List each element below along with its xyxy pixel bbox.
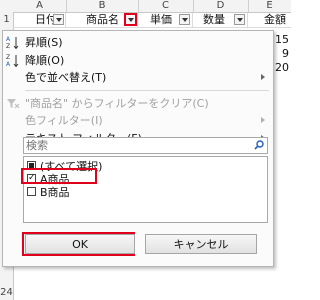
search-icon — [254, 140, 264, 150]
sort-descending-icon: ZA — [6, 53, 20, 68]
row-number[interactable]: 24 — [0, 287, 13, 298]
list-item-label: B商品 — [40, 186, 70, 199]
svg-text:Z: Z — [6, 43, 10, 50]
menu-item-sort-by-color[interactable]: 色で並べ替え(T) — [3, 69, 273, 86]
header-label: 単価 — [150, 13, 172, 26]
header-cell-amount[interactable]: 金額 — [248, 13, 291, 27]
clear-filter-icon — [6, 96, 20, 111]
filter-button-date[interactable] — [53, 14, 64, 25]
header-row: 日付 商品名 単価 数量 金額 — [13, 13, 291, 28]
menu-item-label: 色フィルター(I) — [25, 114, 103, 127]
search-field[interactable] — [23, 137, 268, 154]
column-header-row: A B C D E — [0, 0, 291, 13]
sort-ascending-icon: AZ — [6, 35, 20, 50]
header-cell-price[interactable]: 単価 — [138, 13, 193, 27]
header-label: 商品名 — [86, 13, 119, 26]
filter-button-product[interactable] — [124, 13, 137, 26]
column-header-d[interactable]: D — [193, 0, 249, 12]
selection-highlight-box — [21, 168, 97, 184]
menu-separator — [25, 90, 269, 91]
menu-item-sort-descending[interactable]: ZA 降順(O) — [3, 52, 273, 69]
cell-value[interactable]: 9 — [282, 47, 289, 60]
cancel-button[interactable]: キャンセル — [145, 234, 257, 254]
header-cell-product[interactable]: 商品名 — [66, 13, 138, 27]
cell-value[interactable]: 20 — [275, 61, 289, 74]
menu-item-color-filter[interactable]: 色フィルター(I) — [3, 112, 273, 129]
row-number[interactable]: 1 — [0, 14, 13, 25]
filter-value-list: (すべて選択) A商品 B商品 — [23, 156, 268, 223]
cell-value[interactable]: 15 — [275, 33, 289, 46]
menu-item-clear-filter[interactable]: "商品名" からフィルターをクリア(C) — [3, 95, 273, 112]
menu-item-label: 昇順(S) — [25, 36, 63, 49]
menu-item-label: "商品名" からフィルターをクリア(C) — [25, 97, 209, 110]
header-label: 数量 — [203, 13, 225, 26]
autofilter-dropdown: AZ 昇順(S) ZA 降順(O) 色で並べ替え(T) "商品名" からフィルタ… — [2, 30, 274, 267]
menu-item-label: 色で並べ替え(T) — [25, 71, 107, 84]
filter-button-quantity[interactable] — [234, 14, 245, 25]
menu-item-sort-ascending[interactable]: AZ 昇順(S) — [3, 34, 273, 51]
column-header-e[interactable]: E — [248, 0, 291, 12]
header-label: 金額 — [264, 13, 286, 26]
header-cell-date[interactable]: 日付 — [13, 13, 66, 27]
svg-text:A: A — [6, 36, 11, 43]
ok-button[interactable]: OK — [25, 234, 135, 254]
submenu-arrow-icon — [261, 117, 265, 123]
column-header-a[interactable]: A — [13, 0, 67, 12]
item-b-checkbox[interactable] — [27, 187, 36, 196]
search-input[interactable] — [26, 139, 246, 152]
column-header-c[interactable]: C — [138, 0, 194, 12]
submenu-arrow-icon — [261, 74, 265, 80]
header-cell-quantity[interactable]: 数量 — [193, 13, 248, 27]
column-header-b[interactable]: B — [66, 0, 139, 12]
svg-text:Z: Z — [6, 54, 10, 61]
menu-item-label: 降順(O) — [25, 54, 65, 67]
filter-button-price[interactable] — [179, 14, 190, 25]
svg-text:A: A — [6, 61, 11, 68]
